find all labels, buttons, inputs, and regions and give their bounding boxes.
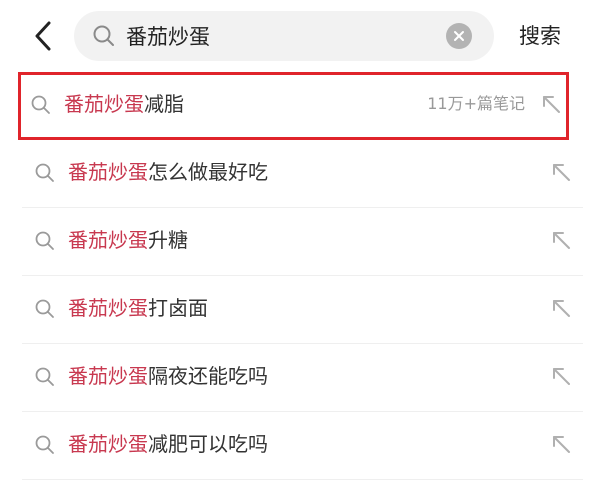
suggestion-item[interactable]: 番茄炒蛋怎么做最好吃: [22, 140, 583, 208]
clear-button[interactable]: [446, 23, 472, 49]
suggestion-keyword: 番茄炒蛋: [64, 92, 144, 116]
suggestion-rest: 隔夜还能吃吗: [148, 364, 268, 388]
chevron-left-icon: [35, 21, 51, 51]
suggestion-keyword: 番茄炒蛋: [68, 364, 148, 388]
note-count: 11万+篇笔记: [427, 94, 525, 113]
search-icon: [35, 435, 54, 454]
search-icon: [93, 25, 114, 46]
search-icon: [35, 299, 54, 318]
suggestion-item[interactable]: 番茄炒蛋打卤面: [22, 276, 583, 344]
suggestion-rest: 怎么做最好吃: [148, 160, 268, 184]
arrow-up-left-icon[interactable]: [549, 296, 573, 320]
search-icon: [35, 231, 54, 250]
search-button[interactable]: 搜索: [510, 11, 570, 61]
back-button[interactable]: [26, 14, 60, 58]
suggestion-item[interactable]: 番茄炒蛋升糖: [22, 208, 583, 276]
search-input[interactable]: [126, 11, 456, 61]
suggestion-item[interactable]: 番茄炒蛋隔夜还能吃吗: [22, 344, 583, 412]
arrow-up-left-icon[interactable]: [549, 432, 573, 456]
suggestion-rest: 减肥可以吃吗: [148, 432, 268, 456]
arrow-up-left-icon[interactable]: [539, 92, 563, 116]
arrow-up-left-icon[interactable]: [549, 364, 573, 388]
search-box[interactable]: [74, 11, 494, 61]
suggestion-keyword: 番茄炒蛋: [68, 296, 148, 320]
search-icon: [35, 367, 54, 386]
arrow-up-left-icon[interactable]: [549, 160, 573, 184]
search-icon: [31, 95, 50, 114]
suggestion-text: 番茄炒蛋减脂: [64, 72, 184, 136]
suggestion-text: 番茄炒蛋隔夜还能吃吗: [68, 344, 268, 408]
suggestion-item[interactable]: 番茄炒蛋减脂 11万+篇笔记: [18, 72, 569, 140]
suggestion-text: 番茄炒蛋怎么做最好吃: [68, 140, 268, 204]
suggestion-rest: 打卤面: [148, 296, 208, 320]
suggestion-rest: 减脂: [144, 92, 184, 116]
arrow-up-left-icon[interactable]: [549, 228, 573, 252]
suggestion-text: 番茄炒蛋升糖: [68, 208, 188, 272]
suggestion-keyword: 番茄炒蛋: [68, 432, 148, 456]
suggestion-text: 番茄炒蛋减肥可以吃吗: [68, 412, 268, 476]
suggestion-text: 番茄炒蛋打卤面: [68, 276, 208, 340]
suggestion-item[interactable]: 番茄炒蛋减肥可以吃吗: [22, 412, 583, 480]
suggestion-rest: 升糖: [148, 228, 188, 252]
suggestion-keyword: 番茄炒蛋: [68, 160, 148, 184]
clear-icon: [454, 31, 464, 41]
suggestion-keyword: 番茄炒蛋: [68, 228, 148, 252]
suggestion-list: 番茄炒蛋减脂 11万+篇笔记 番茄炒蛋怎么做最好吃 番茄炒蛋升糖 番茄炒蛋打卤面 番茄炒蛋…: [0, 72, 595, 480]
search-icon: [35, 163, 54, 182]
top-bar: 搜索: [0, 0, 595, 72]
